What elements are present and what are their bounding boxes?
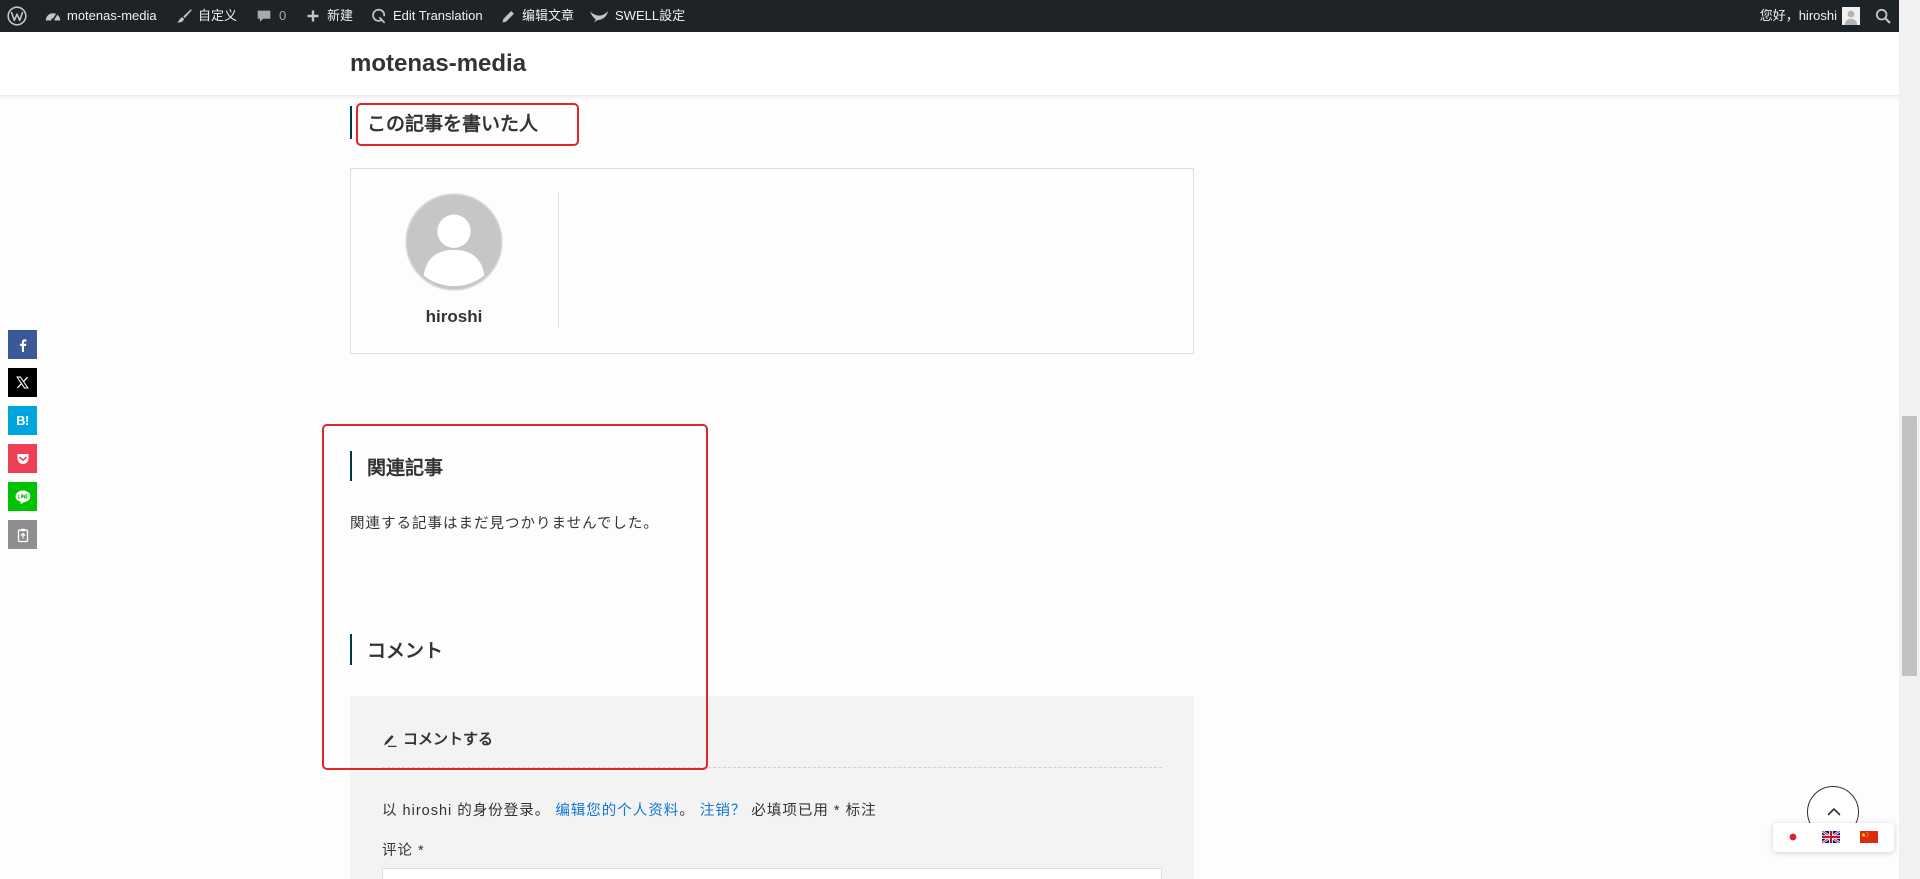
share-line-button[interactable]: [8, 482, 37, 511]
sentence-end: 。: [679, 803, 695, 819]
comment-field-label: 评论 *: [382, 843, 425, 859]
edit-translation-label: Edit Translation: [393, 8, 483, 23]
greeting-label: 您好，hiroshi: [1759, 8, 1837, 23]
edit-translation-menu[interactable]: Edit Translation: [370, 0, 483, 32]
share-pocket-button[interactable]: [8, 444, 37, 473]
edit-profile-link[interactable]: 编辑您的个人资料: [555, 803, 679, 819]
logged-in-as-text: 以 hiroshi 的身份登录。: [382, 803, 551, 819]
wordpress-logo-icon: [7, 6, 27, 26]
language-switcher: [1773, 823, 1894, 852]
search-button[interactable]: [1874, 0, 1892, 32]
edit-post-label: 编辑文章: [522, 8, 575, 23]
chevron-up-icon: [1827, 808, 1841, 816]
comment-textarea[interactable]: [382, 868, 1162, 879]
uk-flag-icon[interactable]: [1822, 831, 1840, 843]
share-hatena-button[interactable]: B!: [8, 406, 37, 435]
customize-menu[interactable]: 自定义: [175, 0, 237, 32]
wp-logo-menu[interactable]: [7, 0, 27, 32]
translate-icon: [372, 8, 386, 24]
line-icon: [15, 489, 30, 504]
comment-form-box: [350, 696, 1194, 879]
facebook-icon: [19, 338, 26, 352]
comment-bubble-icon: [257, 10, 271, 22]
share-x-button[interactable]: [8, 368, 37, 397]
scrollbar-thumb[interactable]: [1902, 416, 1917, 676]
required-fields-note: 必填项已用 * 标注: [751, 803, 877, 819]
new-content-menu[interactable]: 新建: [305, 0, 353, 32]
site-header: motenas-media: [0, 32, 1899, 96]
search-icon: [1875, 8, 1891, 24]
site-name-label: motenas-media: [67, 8, 157, 23]
site-title[interactable]: motenas-media: [350, 32, 526, 95]
dashboard-icon: [45, 13, 61, 22]
admin-bar: motenas-media 自定义 0 新建 Edit Translation …: [0, 0, 1899, 32]
comments-menu[interactable]: 0: [255, 0, 286, 32]
customize-label: 自定义: [198, 8, 238, 23]
pencil-icon: [502, 10, 514, 22]
china-flag-icon[interactable]: [1860, 831, 1878, 843]
copy-url-button[interactable]: [8, 520, 37, 549]
pen-icon: [384, 735, 397, 747]
pocket-icon: [17, 453, 28, 464]
related-posts-empty-message: 関連する記事はまだ見つかりませんでした。: [350, 516, 659, 532]
author-avatar[interactable]: [405, 193, 503, 291]
swell-settings-menu[interactable]: SWELL設定: [589, 0, 685, 32]
comments-heading: コメント: [350, 634, 443, 665]
site-name-menu[interactable]: motenas-media: [44, 0, 157, 32]
related-posts-heading: 関連記事: [350, 451, 443, 481]
brush-icon: [177, 9, 192, 23]
comment-form-divider: [382, 767, 1162, 768]
author-section-heading: この記事を書いた人: [350, 106, 538, 139]
plus-icon: [307, 10, 319, 22]
user-avatar-icon: [1842, 7, 1860, 25]
my-account-menu[interactable]: 您好，hiroshi: [1760, 0, 1860, 32]
x-icon: [16, 376, 29, 389]
new-content-label: 新建: [327, 8, 354, 23]
author-box-divider: [558, 192, 559, 328]
edit-post-menu[interactable]: 编辑文章: [500, 0, 574, 32]
swell-bird-icon: [590, 11, 608, 23]
hatena-bookmark-icon: B!: [16, 413, 29, 428]
logout-link[interactable]: 注销？: [700, 803, 747, 819]
comments-count: 0: [279, 8, 287, 23]
share-facebook-button[interactable]: [8, 330, 37, 359]
swell-settings-label: SWELL設定: [615, 8, 686, 23]
copy-url-icon: [17, 528, 28, 542]
japan-flag-icon[interactable]: [1784, 831, 1802, 843]
logged-in-as-line: 以 hiroshi 的身份登录。 编辑您的个人资料。 注销？ 必填项已用 * 标…: [382, 801, 877, 821]
author-name[interactable]: hiroshi: [404, 307, 504, 327]
comment-form-title: コメントする: [403, 731, 494, 748]
default-avatar-icon: [405, 193, 503, 291]
